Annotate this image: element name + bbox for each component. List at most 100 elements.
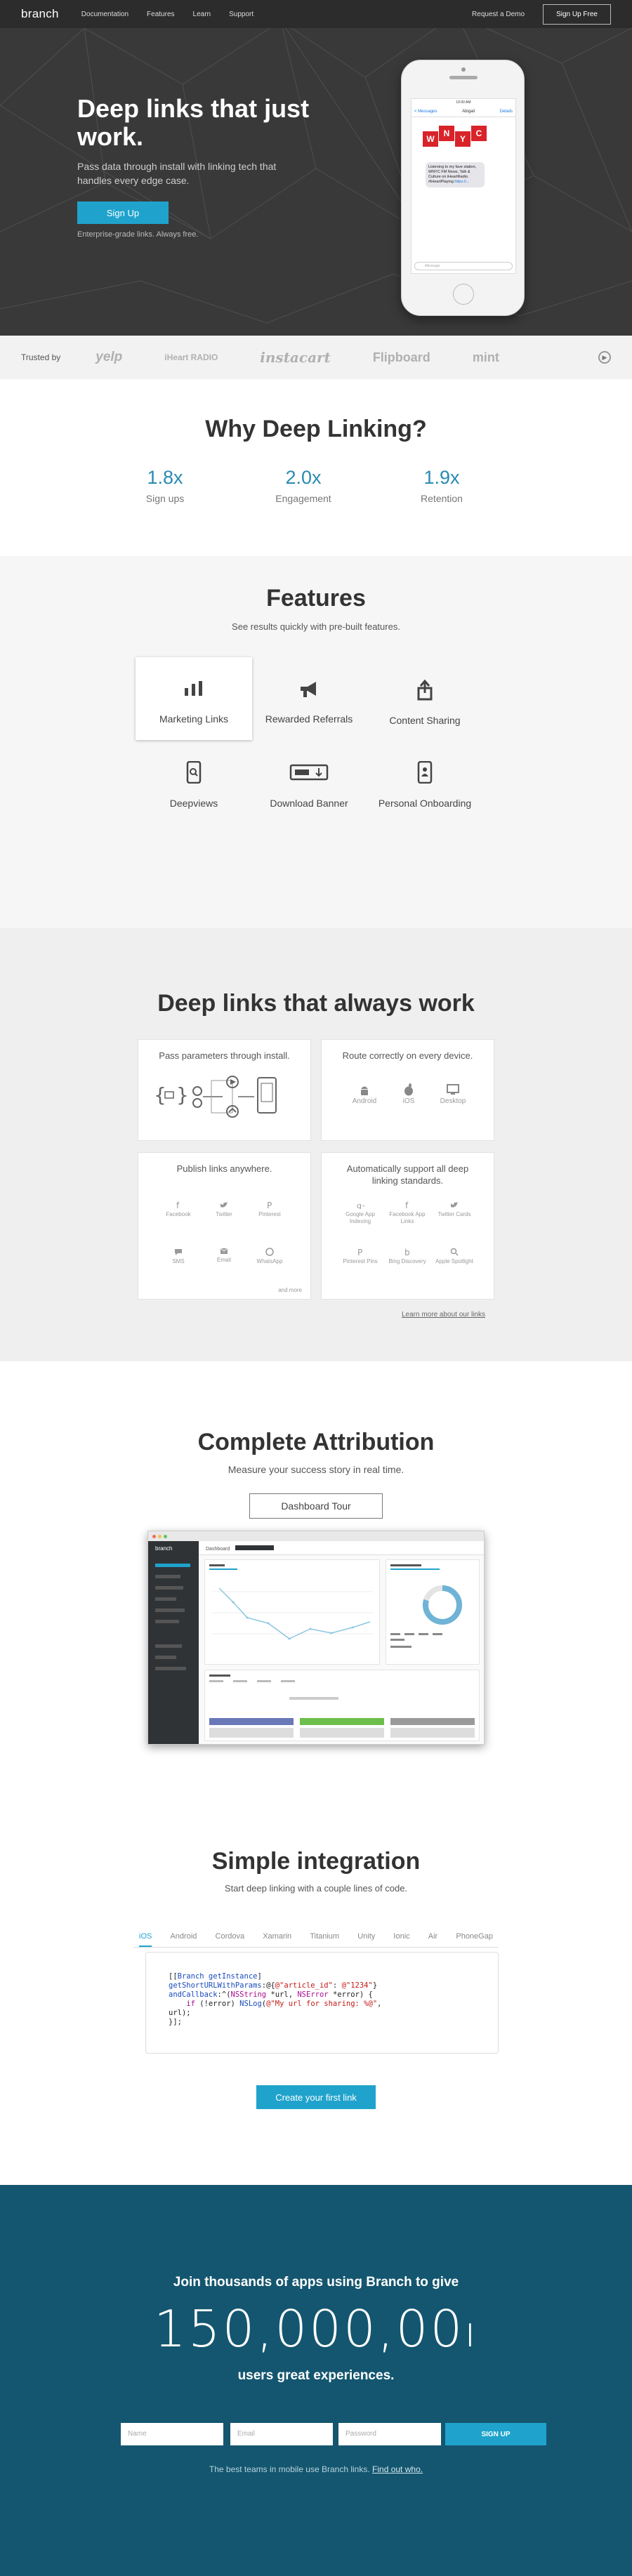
hero-signup-button[interactable]: Sign Up (77, 202, 169, 224)
tab-ios[interactable]: iOS (139, 1929, 152, 1947)
nav-link-documentation[interactable]: Documentation (81, 11, 129, 18)
nav-link-support[interactable]: Support (229, 11, 254, 18)
tab-titanium[interactable]: Titanium (310, 1929, 339, 1947)
card-title: Publish links anywhere. (176, 1163, 272, 1174)
password-field[interactable]: Password (338, 2423, 441, 2445)
tab-cordova[interactable]: Cordova (216, 1929, 245, 1947)
phone-details: Details (499, 109, 513, 114)
sidebar-item (155, 1575, 180, 1578)
features-title: Features (266, 585, 366, 612)
integration-title: Simple integration (211, 1848, 421, 1875)
learn-more-link[interactable]: Learn more about our links (402, 1311, 485, 1319)
feature-content-sharing[interactable]: Content Sharing (367, 657, 483, 740)
device-label: Android (352, 1097, 377, 1105)
wnyc-letter: W (423, 131, 438, 147)
dashboard-title: Dashboard (206, 1547, 230, 1552)
join-footer: The best teams in mobile use Branch link… (0, 2464, 632, 2474)
carousel-next-icon[interactable]: ▶ (598, 351, 611, 364)
request-demo-link[interactable]: Request a Demo (472, 11, 525, 18)
channel-label: SMS (172, 1258, 185, 1264)
join-line-2: users great experiences. (237, 2368, 395, 2383)
channel-label: WhatsApp (256, 1258, 283, 1264)
feature-label: Rewarded Referrals (265, 713, 353, 725)
join-line-1: Join thousands of apps using Branch to g… (173, 2275, 459, 2290)
tab-xamarin[interactable]: Xamarin (263, 1929, 291, 1947)
nav-signup-button[interactable]: Sign Up Free (543, 4, 611, 25)
tab-android[interactable]: Android (170, 1929, 197, 1947)
tab-unity[interactable]: Unity (357, 1929, 375, 1947)
phone-message-input: iMessage (414, 262, 513, 270)
join-signup-button[interactable]: SIGN UP (445, 2423, 546, 2445)
browser-chrome (148, 1531, 484, 1541)
standard-spotlight: Apple Spotlight (432, 1248, 477, 1265)
megaphone-icon (251, 680, 367, 699)
feature-label: Download Banner (270, 798, 348, 809)
feature-rewarded-referrals[interactable]: Rewarded Referrals (251, 657, 367, 740)
svg-text:P: P (267, 1201, 272, 1209)
card-title: Automatically support all deep linking s… (346, 1163, 469, 1186)
envelope-icon (202, 1248, 246, 1255)
feature-marketing-links[interactable]: Marketing Links (136, 657, 252, 740)
svg-text:g+: g+ (357, 1201, 364, 1209)
phone-user-icon (367, 761, 483, 784)
device-label: iOS (402, 1097, 415, 1105)
message-link[interactable]: https://... (454, 180, 469, 184)
tab-ionic[interactable]: Ionic (393, 1929, 409, 1947)
phone-speaker (449, 76, 478, 79)
and-more-label: and more (278, 1287, 302, 1293)
tab-air[interactable]: Air (428, 1929, 437, 1947)
channel-whatsapp: WhatsApp (247, 1248, 292, 1265)
counter-rolling-digit: ı (464, 2308, 478, 2357)
instacart-logo: instacart (260, 349, 331, 366)
branch-logo[interactable]: branch (21, 7, 59, 21)
card-title: Route correctly on every device. (342, 1050, 473, 1061)
feature-personal-onboarding[interactable]: Personal Onboarding (367, 741, 483, 824)
nav-right: Request a Demo Sign Up Free (472, 4, 611, 25)
email-field[interactable]: Email (230, 2423, 333, 2445)
svg-text:f: f (176, 1201, 180, 1209)
monitor-icon (430, 1083, 475, 1096)
dashboard-tour-button[interactable]: Dashboard Tour (249, 1493, 383, 1519)
svg-text:{: { (154, 1083, 166, 1107)
dashboard-donut-panel (386, 1559, 480, 1665)
standard-facebook: f Facebook App Links (385, 1201, 430, 1225)
name-field[interactable]: Name (121, 2423, 223, 2445)
feature-label: Content Sharing (389, 715, 461, 726)
stat-retention: 1.9x Retention (386, 467, 498, 504)
channel-email: Email (202, 1248, 246, 1264)
mint-logo: mint (472, 350, 499, 364)
dashboard-tag (235, 1545, 275, 1550)
feature-deepviews[interactable]: Deepviews (136, 741, 252, 824)
stat-engagement: 2.0x Engagement (247, 467, 360, 504)
platform-tabs: iOS Android Cordova Xamarin Titanium Uni… (133, 1929, 499, 1948)
wnyc-letter: C (471, 126, 487, 141)
create-first-link-button[interactable]: Create your first link (256, 2085, 376, 2109)
phone-message-header: < Messages Abigail Details (412, 106, 515, 117)
line-chart-graphic (209, 1564, 374, 1640)
code-sample: [[Branch getInstance] getShortURLWithPar… (145, 1952, 499, 2054)
stat-label: Sign ups (145, 493, 185, 504)
nav-link-learn[interactable]: Learn (193, 11, 211, 18)
feature-download-banner[interactable]: Download Banner (251, 741, 367, 824)
channel-twitter: Twitter (202, 1201, 246, 1218)
wnyc-logo: W N Y C (423, 126, 515, 147)
chat-icon (156, 1248, 201, 1256)
phone-search-icon (136, 761, 252, 784)
find-out-who-link[interactable]: Find out who. (372, 2464, 423, 2474)
card-route-devices: Route correctly on every device. Android… (321, 1039, 494, 1141)
phone-camera (461, 67, 466, 72)
facebook-icon: f (385, 1201, 430, 1209)
standard-google: g+ Google App Indexing (338, 1201, 383, 1225)
sidebar-item (155, 1586, 183, 1590)
android-icon (342, 1083, 387, 1096)
attribution-subtitle: Measure your success story in real time. (228, 1464, 404, 1475)
user-counter: 150,000,00ı (0, 2299, 632, 2358)
standard-bing: b Bing Discovery (385, 1248, 430, 1265)
device-desktop: Desktop (430, 1083, 475, 1105)
attribution-title: Complete Attribution (197, 1429, 435, 1455)
sidebar-item (155, 1656, 176, 1659)
trusted-by-bar: Trusted by yelp iHeart RADIO instacart F… (0, 336, 632, 379)
standard-label: Twitter Cards (437, 1211, 471, 1217)
tab-phonegap[interactable]: PhoneGap (456, 1929, 493, 1947)
nav-link-features[interactable]: Features (147, 11, 174, 18)
